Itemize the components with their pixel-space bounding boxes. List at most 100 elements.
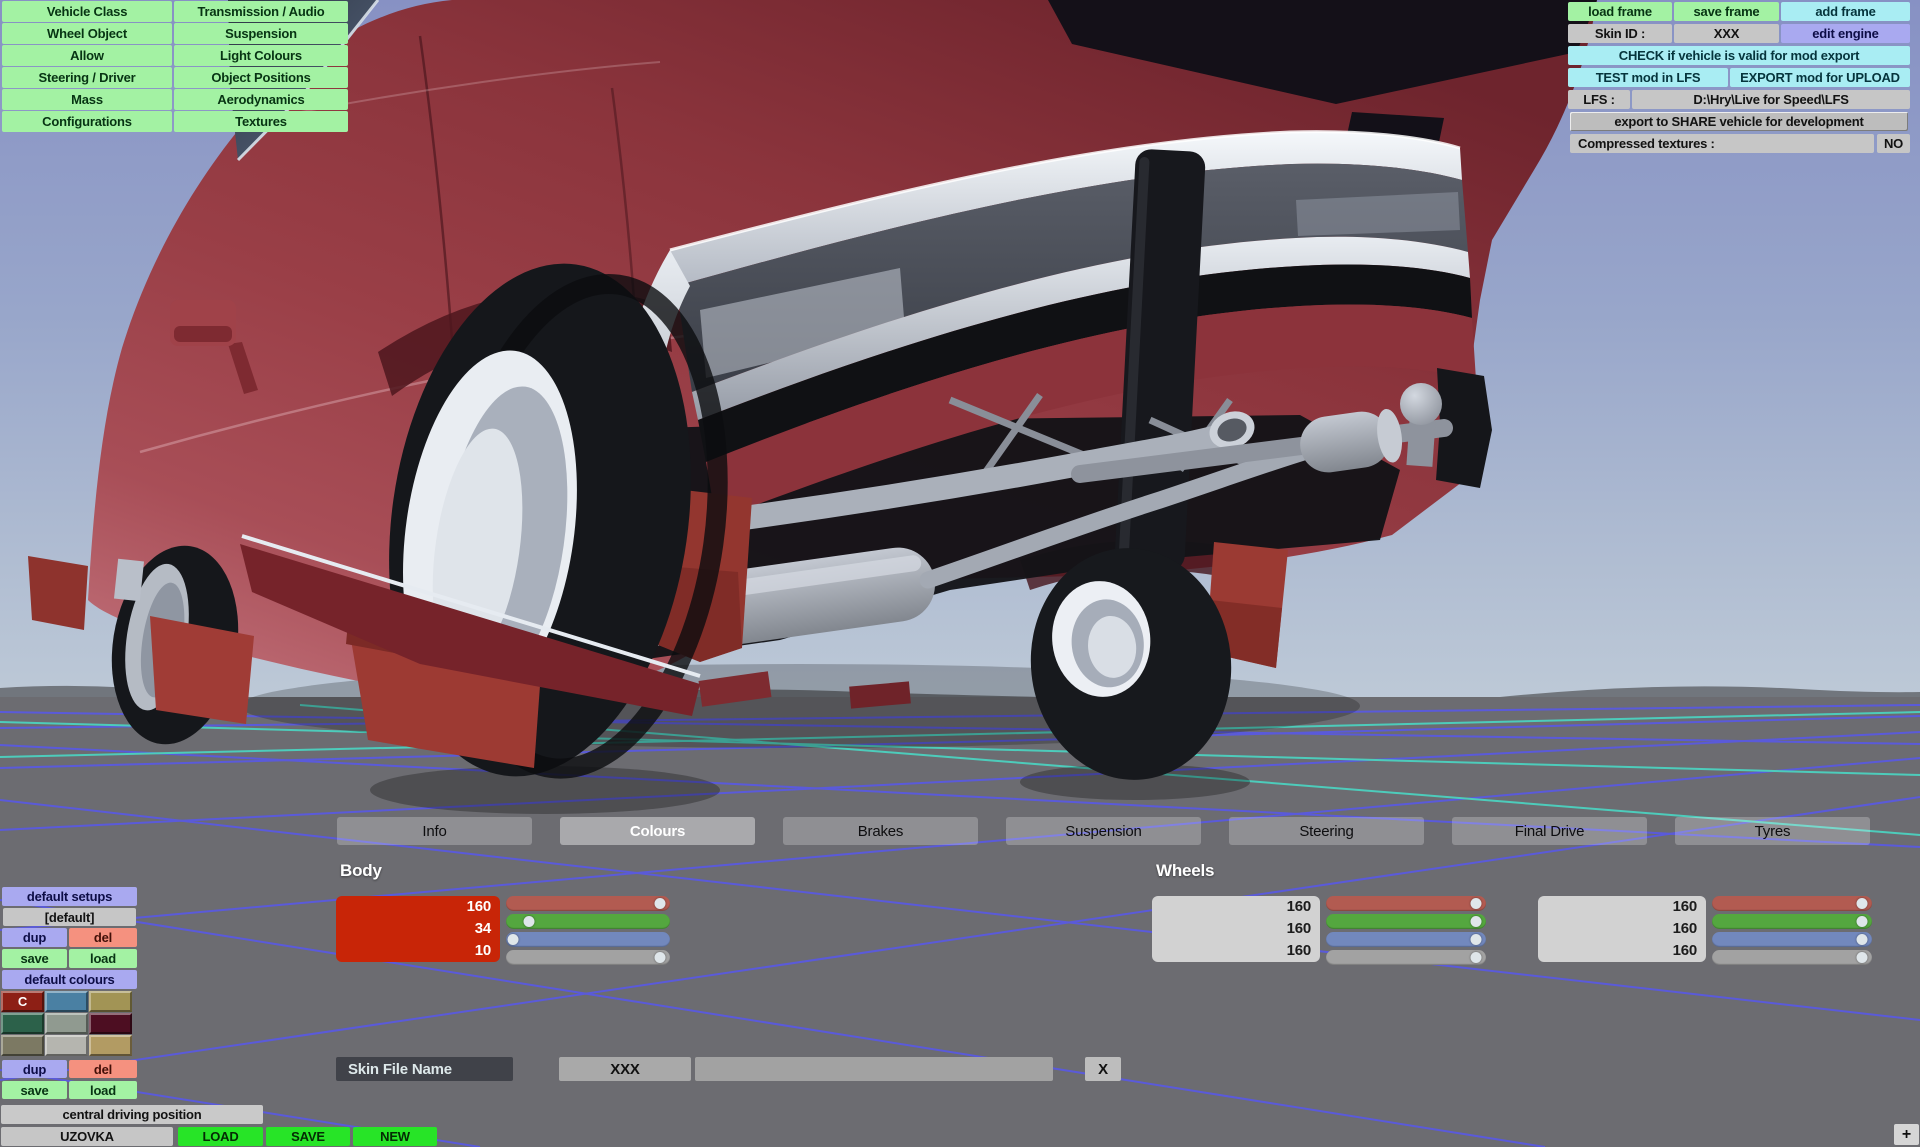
slider-knob[interactable] xyxy=(1857,916,1868,927)
new-vehicle-button[interactable]: NEW xyxy=(353,1127,437,1146)
colour-swatch-current[interactable]: C xyxy=(1,991,44,1012)
test-mod-button[interactable]: TEST mod in LFS xyxy=(1568,68,1728,87)
setup-save-button[interactable]: save xyxy=(2,949,67,968)
menu-object-positions[interactable]: Object Positions xyxy=(174,67,348,88)
export-share-button[interactable]: export to SHARE vehicle for development xyxy=(1570,112,1908,131)
menu-suspension[interactable]: Suspension xyxy=(174,23,348,44)
colour-swatch[interactable] xyxy=(45,1035,88,1056)
colour-swatch[interactable] xyxy=(89,991,132,1012)
menu-wheel-object[interactable]: Wheel Object xyxy=(2,23,172,44)
menu-textures[interactable]: Textures xyxy=(174,111,348,132)
slider-knob[interactable] xyxy=(507,934,518,945)
body-value-r: 160 xyxy=(336,896,491,918)
save-vehicle-button[interactable]: SAVE xyxy=(266,1127,350,1146)
tab-steering[interactable]: Steering xyxy=(1229,817,1424,845)
skin-file-name-label: Skin File Name xyxy=(336,1057,513,1081)
wheel1-slider-blue[interactable] xyxy=(1326,932,1486,947)
tab-tyres[interactable]: Tyres xyxy=(1675,817,1870,845)
menu-transmission-audio[interactable]: Transmission / Audio xyxy=(174,1,348,22)
skin-file-clear-button[interactable]: X xyxy=(1085,1057,1121,1081)
wheel1-colour-preview: 160 160 160 xyxy=(1152,896,1320,962)
compressed-textures-toggle[interactable]: NO xyxy=(1877,134,1910,153)
edit-engine-button[interactable]: edit engine xyxy=(1781,24,1910,43)
save-frame-button[interactable]: save frame xyxy=(1674,2,1779,21)
colour-swatch[interactable] xyxy=(45,1013,88,1034)
body-slider-green[interactable] xyxy=(506,914,670,929)
wheel2-value-r: 160 xyxy=(1538,896,1697,918)
load-vehicle-button[interactable]: LOAD xyxy=(178,1127,263,1146)
skin-file-name-value[interactable]: XXX xyxy=(559,1057,691,1081)
lfs-path-value[interactable]: D:\Hry\Live for Speed\LFS xyxy=(1632,90,1910,109)
body-value-g: 34 xyxy=(336,918,491,940)
menu-steering-driver[interactable]: Steering / Driver xyxy=(2,67,172,88)
default-setups-button[interactable]: default setups xyxy=(2,887,137,906)
skin-id-value[interactable]: XXX xyxy=(1674,24,1779,43)
wheel2-colour-preview: 160 160 160 xyxy=(1538,896,1706,962)
colour-save-button[interactable]: save xyxy=(2,1081,67,1099)
menu-allow[interactable]: Allow xyxy=(2,45,172,66)
slider-knob[interactable] xyxy=(1857,898,1868,909)
setup-del-button[interactable]: del xyxy=(69,928,137,947)
colour-swatch[interactable] xyxy=(89,1013,132,1034)
colour-swatch[interactable] xyxy=(1,1013,44,1034)
wheel1-slider-red[interactable] xyxy=(1326,896,1486,911)
zoom-plus-button[interactable]: + xyxy=(1894,1124,1919,1145)
lfs-vehicle-editor: Vehicle Class Transmission / Audio Wheel… xyxy=(0,0,1920,1147)
colour-swatch[interactable] xyxy=(1,1035,44,1056)
menu-light-colours[interactable]: Light Colours xyxy=(174,45,348,66)
tab-final-drive[interactable]: Final Drive xyxy=(1452,817,1647,845)
load-frame-button[interactable]: load frame xyxy=(1568,2,1672,21)
slider-knob[interactable] xyxy=(523,916,534,927)
slider-knob[interactable] xyxy=(1471,898,1482,909)
central-driving-position-button[interactable]: central driving position xyxy=(1,1105,263,1124)
check-export-button[interactable]: CHECK if vehicle is valid for mod export xyxy=(1568,46,1910,65)
tab-suspension[interactable]: Suspension xyxy=(1006,817,1201,845)
vehicle-name-button[interactable]: UZOVKA xyxy=(1,1127,173,1146)
wheel1-value-b: 160 xyxy=(1152,940,1311,962)
setup-dup-button[interactable]: dup xyxy=(2,928,67,947)
lfs-path-label: LFS : xyxy=(1568,90,1630,109)
current-setup-item[interactable]: [default] xyxy=(3,908,136,926)
wheel2-slider-shine[interactable] xyxy=(1712,950,1872,965)
wheel1-slider-green[interactable] xyxy=(1326,914,1486,929)
colour-swatch[interactable] xyxy=(89,1035,132,1056)
wheel2-value-g: 160 xyxy=(1538,918,1697,940)
tab-brakes[interactable]: Brakes xyxy=(783,817,978,845)
add-frame-button[interactable]: add frame xyxy=(1781,2,1910,21)
body-section-title: Body xyxy=(340,861,382,881)
menu-configurations[interactable]: Configurations xyxy=(2,111,172,132)
slider-knob[interactable] xyxy=(1857,952,1868,963)
body-slider-shine[interactable] xyxy=(506,950,670,965)
slider-knob[interactable] xyxy=(1471,952,1482,963)
skin-id-label: Skin ID : xyxy=(1568,24,1672,43)
colour-dup-button[interactable]: dup xyxy=(2,1060,67,1078)
skin-file-name-input[interactable] xyxy=(695,1057,1053,1081)
wheel2-value-b: 160 xyxy=(1538,940,1697,962)
slider-knob[interactable] xyxy=(1471,916,1482,927)
export-mod-button[interactable]: EXPORT mod for UPLOAD xyxy=(1730,68,1910,87)
wheel2-slider-green[interactable] xyxy=(1712,914,1872,929)
wheel2-slider-blue[interactable] xyxy=(1712,932,1872,947)
menu-aerodynamics[interactable]: Aerodynamics xyxy=(174,89,348,110)
colour-load-button[interactable]: load xyxy=(69,1081,137,1099)
wheel1-slider-shine[interactable] xyxy=(1326,950,1486,965)
menu-vehicle-class[interactable]: Vehicle Class xyxy=(2,1,172,22)
body-slider-blue[interactable] xyxy=(506,932,670,947)
compressed-textures-label: Compressed textures : xyxy=(1570,134,1874,153)
slider-knob[interactable] xyxy=(655,898,666,909)
viewport-3d-scene[interactable] xyxy=(0,0,1920,1147)
colour-del-button[interactable]: del xyxy=(69,1060,137,1078)
wheel2-slider-red[interactable] xyxy=(1712,896,1872,911)
setup-load-button[interactable]: load xyxy=(69,949,137,968)
body-colour-preview: 160 34 10 xyxy=(336,896,500,962)
slider-knob[interactable] xyxy=(1471,934,1482,945)
colour-swatch[interactable] xyxy=(45,991,88,1012)
tab-colours[interactable]: Colours xyxy=(560,817,755,845)
body-slider-red[interactable] xyxy=(506,896,670,911)
wheel1-value-r: 160 xyxy=(1152,896,1311,918)
slider-knob[interactable] xyxy=(655,952,666,963)
tab-info[interactable]: Info xyxy=(337,817,532,845)
menu-mass[interactable]: Mass xyxy=(2,89,172,110)
default-colours-button[interactable]: default colours xyxy=(2,970,137,989)
slider-knob[interactable] xyxy=(1857,934,1868,945)
